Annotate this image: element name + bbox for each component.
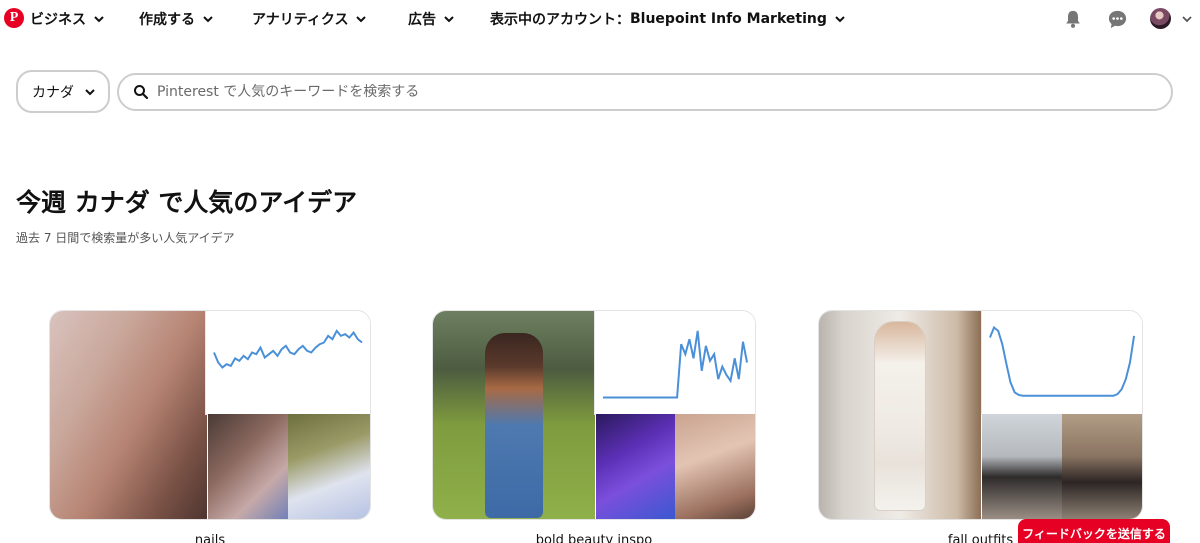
nav-account-switcher[interactable]: 表示中のアカウント： Bluepoint Info Marketing: [490, 9, 847, 29]
chevron-down-icon: [85, 88, 95, 95]
nav-create-label: 作成する: [139, 12, 195, 28]
trend-card-main-image: [819, 311, 981, 519]
trend-search-bar[interactable]: [117, 73, 1173, 111]
trend-sparkline-chart: [594, 311, 755, 415]
country-selector-label: カナダ: [32, 84, 74, 101]
chevron-down-icon: [94, 16, 104, 23]
page-title: 今週 カナダ で人気のアイデア: [16, 188, 358, 217]
trend-card-main-image: [50, 311, 207, 519]
trend-line: [213, 329, 363, 369]
nav-business-menu[interactable]: ビジネス: [30, 9, 106, 29]
account-name: Bluepoint Info Marketing: [630, 11, 827, 27]
nav-create-menu[interactable]: 作成する: [139, 9, 215, 29]
user-avatar[interactable]: [1150, 8, 1171, 29]
trend-card-title[interactable]: nails: [49, 533, 371, 543]
person-figure: [874, 321, 926, 511]
trend-card-thumbnail: [596, 414, 676, 519]
person-figure: [485, 333, 543, 518]
messages-chat-icon[interactable]: [1106, 8, 1128, 30]
nav-ads-label: 広告: [408, 12, 436, 28]
account-chevron-down-icon[interactable]: [1180, 12, 1194, 26]
trend-card-thumbnail: [208, 414, 290, 519]
trend-sparkline-chart: [981, 311, 1142, 415]
trend-card-fall-outfits[interactable]: [818, 310, 1143, 520]
chevron-down-icon: [444, 16, 454, 23]
search-input[interactable]: [157, 84, 1137, 100]
trend-card-bold-beauty-inspo[interactable]: [432, 310, 756, 520]
search-icon: [134, 85, 149, 100]
chevron-down-icon: [835, 16, 845, 23]
trend-card-thumbnail: [982, 414, 1062, 519]
trend-card-thumbnail: [288, 414, 370, 519]
chevron-down-icon: [356, 16, 367, 23]
pinterest-logo-icon[interactable]: P: [4, 8, 24, 28]
account-prefix-label: 表示中のアカウント：: [490, 12, 630, 28]
trend-line: [602, 330, 749, 399]
nav-analytics-label: アナリティクス: [252, 12, 349, 28]
trend-card-nails[interactable]: [49, 310, 371, 520]
trend-card-thumbnail: [1062, 414, 1142, 519]
notifications-bell-icon[interactable]: [1062, 8, 1084, 30]
nav-ads-menu[interactable]: 広告: [408, 9, 456, 29]
trend-card-title[interactable]: bold beauty inspo: [432, 533, 756, 543]
send-feedback-button[interactable]: フィードバックを送信する: [1018, 519, 1170, 543]
top-nav: P ビジネス 作成する アナリティクス 広告 表示中のアカウント： Bluepo…: [0, 0, 1200, 38]
country-selector[interactable]: カナダ: [16, 70, 110, 113]
nav-business-label: ビジネス: [30, 12, 86, 28]
trend-sparkline-chart: [205, 311, 370, 415]
nav-analytics-menu[interactable]: アナリティクス: [252, 9, 368, 29]
chevron-down-icon: [203, 16, 213, 23]
page-subtitle: 過去 7 日間で検索量が多い人気アイデア: [16, 231, 235, 245]
trend-line: [989, 325, 1136, 397]
trend-card-thumbnail: [675, 414, 755, 519]
trend-card-main-image: [433, 311, 595, 519]
